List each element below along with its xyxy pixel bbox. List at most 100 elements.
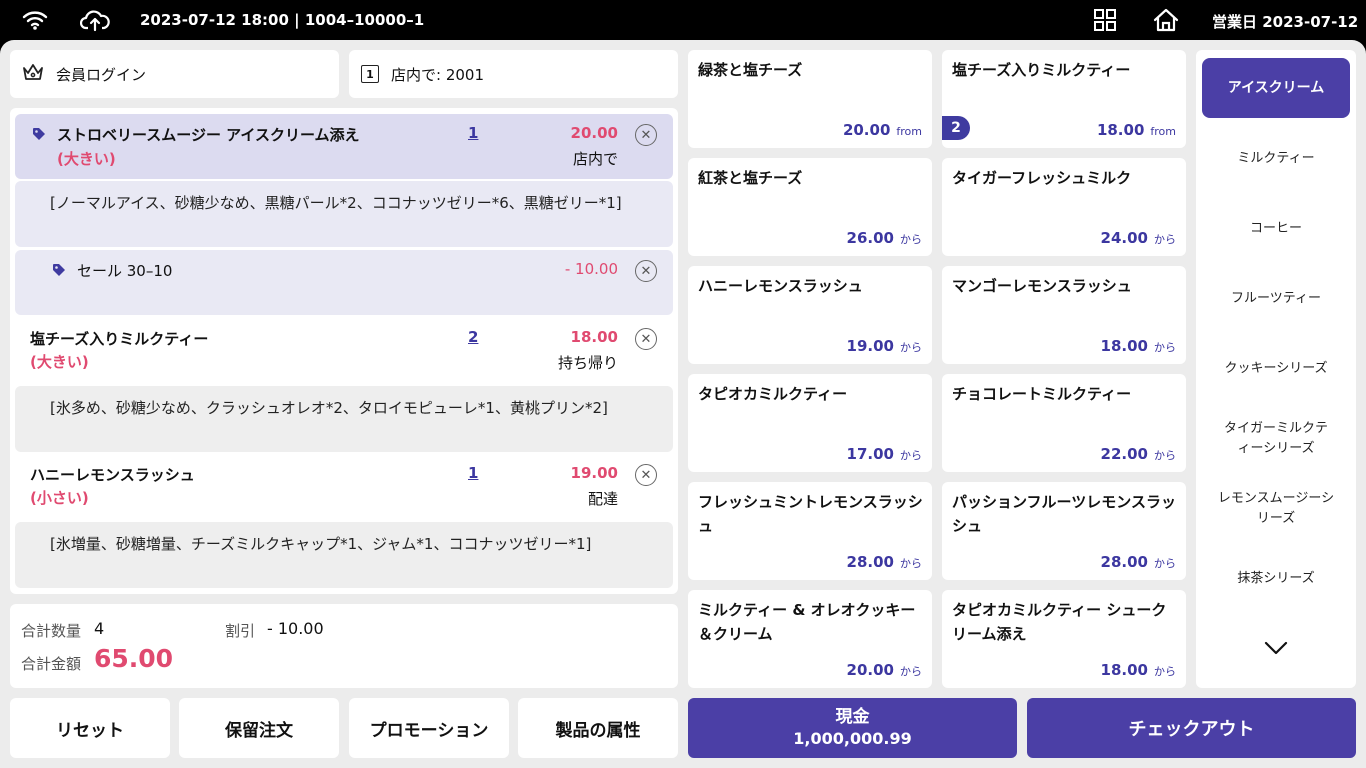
item-size: (小さい) <box>30 489 89 507</box>
category-item[interactable]: レモンスムージーシリーズ <box>1212 489 1340 529</box>
category-item[interactable]: タイガーミルクティーシリーズ <box>1222 419 1330 459</box>
wifi-icon <box>22 9 48 35</box>
home-icon[interactable] <box>1153 8 1179 36</box>
product-name: ハニーレモンスラッシュ <box>698 277 863 295</box>
product-card[interactable]: ミルクティー & オレオクッキー＆クリーム 20.00 から <box>688 590 932 688</box>
total-qty-label: 合計数量 <box>21 622 82 640</box>
item-options-text: [氷増量、砂糖増量、チーズミルクキャップ*1、ジャム*1、ココナッツゼリー*1] <box>50 535 592 553</box>
product-card[interactable]: ハニーレモンスラッシュ 19.00 から <box>688 266 932 364</box>
remove-discount-icon[interactable]: ✕ <box>635 260 657 282</box>
product-card[interactable]: 塩チーズ入りミルクティー 2 18.00 from <box>942 50 1186 148</box>
product-price: 20.00 から <box>846 661 922 679</box>
discount-total-value: - 10.00 <box>267 619 324 638</box>
table-label: 店内で: 2001 <box>391 65 484 84</box>
item-options: [ノーマルアイス、砂糖少なめ、黒糖パール*2、ココナッツゼリー*6、黒糖ゼリー*… <box>15 181 673 247</box>
product-name: 紅茶と塩チーズ <box>698 169 803 187</box>
member-login-label: 会員ログイン <box>56 65 147 84</box>
product-attributes-button[interactable]: 製品の属性 <box>518 698 678 758</box>
discount-label: セール 30–10 <box>77 262 173 280</box>
product-name: タピオカミルクティー シュークリーム添え <box>952 601 1167 643</box>
product-name: タピオカミルクティー <box>698 385 848 403</box>
order-totals: 合計数量 4 割引 - 10.00 合計金額 65.00 <box>10 604 678 688</box>
category-item[interactable]: クッキーシリーズ <box>1202 359 1350 379</box>
total-amount-value: 65.00 <box>94 644 174 673</box>
product-card[interactable]: マンゴーレモンスラッシュ 18.00 から <box>942 266 1186 364</box>
product-name: 塩チーズ入りミルクティー <box>952 61 1131 79</box>
table-selector[interactable]: 1 店内で: 2001 <box>349 50 678 98</box>
order-item[interactable]: 塩チーズ入りミルクティー (大きい) 2 18.00 持ち帰り ✕ <box>15 318 673 384</box>
order-item[interactable]: ハニーレモンスラッシュ (小さい) 1 19.00 配達 ✕ <box>15 454 673 520</box>
cart-count-badge: 2 <box>942 116 970 140</box>
product-card[interactable]: チョコレートミルクティー 22.00 から <box>942 374 1186 472</box>
product-price: 20.00 from <box>842 121 922 139</box>
product-card[interactable]: フレッシュミントレモンスラッシュ 28.00 から <box>688 482 932 580</box>
item-dining-mode: 持ち帰り <box>557 354 618 372</box>
promotion-button[interactable]: プロモーション <box>349 698 509 758</box>
item-qty[interactable]: 2 <box>468 328 478 346</box>
category-item[interactable]: ミルクティー <box>1202 149 1350 169</box>
item-options-text: [ノーマルアイス、砂糖少なめ、黒糖パール*2、ココナッツゼリー*6、黒糖ゼリー*… <box>50 194 622 212</box>
tag-icon <box>52 262 66 281</box>
product-price: 17.00 から <box>846 445 922 463</box>
product-card[interactable]: タイガーフレッシュミルク 24.00 から <box>942 158 1186 256</box>
item-dining-mode: 配達 <box>587 490 618 508</box>
remove-item-icon[interactable]: ✕ <box>635 124 657 146</box>
reset-button[interactable]: リセット <box>10 698 170 758</box>
cash-label: 現金 <box>835 707 870 727</box>
chevron-down-icon[interactable] <box>1264 640 1288 659</box>
product-card[interactable]: タピオカミルクティー シュークリーム添え 18.00 から <box>942 590 1186 688</box>
table-number-icon: 1 <box>361 65 379 83</box>
item-size: (大きい) <box>57 150 116 168</box>
product-card[interactable]: タピオカミルクティー 17.00 から <box>688 374 932 472</box>
tag-icon <box>32 126 46 145</box>
item-discount: セール 30–10 - 10.00 ✕ <box>15 250 673 315</box>
category-sidebar: アイスクリーム ミルクティー コーヒー フルーツティー クッキーシリーズ タイガ… <box>1196 50 1356 688</box>
item-options-text: [氷多め、砂糖少なめ、クラッシュオレオ*2、タロイモピューレ*1、黄桃プリン*2… <box>50 399 608 417</box>
category-item[interactable]: コーヒー <box>1202 219 1350 239</box>
remove-item-icon[interactable]: ✕ <box>635 464 657 486</box>
item-price: 20.00 <box>570 124 618 142</box>
product-price: 26.00 から <box>846 229 922 247</box>
product-price: 18.00 から <box>1100 337 1176 355</box>
item-price: 19.00 <box>570 464 618 482</box>
item-options: [氷多め、砂糖少なめ、クラッシュオレオ*2、タロイモピューレ*1、黄桃プリン*2… <box>15 386 673 452</box>
cash-amount: 1,000,000.99 <box>793 729 912 748</box>
status-bar: 2023-07-12 18:00 | 1004–10000–1 営業日 2023… <box>0 0 1366 40</box>
discount-total-label: 割引 <box>225 622 256 640</box>
main-area: 会員ログイン 1 店内で: 2001 ストロベリースムージー アイスクリーム添え… <box>0 40 1366 768</box>
item-qty[interactable]: 1 <box>468 464 478 482</box>
product-name: チョコレートミルクティー <box>952 385 1132 403</box>
order-list: ストロベリースムージー アイスクリーム添え (大きい) 1 20.00 店内で … <box>10 108 678 594</box>
item-name: ハニーレモンスラッシュ <box>30 466 195 484</box>
product-name: 緑茶と塩チーズ <box>698 61 803 79</box>
hold-order-button[interactable]: 保留注文 <box>179 698 339 758</box>
product-name: フレッシュミントレモンスラッシュ <box>698 493 923 535</box>
order-item[interactable]: ストロベリースムージー アイスクリーム添え (大きい) 1 20.00 店内で … <box>15 114 673 179</box>
datetime-terminal: 2023-07-12 18:00 | 1004–10000–1 <box>140 11 425 29</box>
item-name: 塩チーズ入りミルクティー <box>30 330 209 348</box>
product-price: 22.00 から <box>1100 445 1176 463</box>
remove-item-icon[interactable]: ✕ <box>635 328 657 350</box>
item-price: 18.00 <box>570 328 618 346</box>
product-price: 28.00 から <box>846 553 922 571</box>
checkout-label: チェックアウト <box>1128 719 1255 740</box>
product-name: タイガーフレッシュミルク <box>952 169 1132 187</box>
discount-amount: - 10.00 <box>564 260 618 278</box>
member-login-button[interactable]: 会員ログイン <box>10 50 339 98</box>
item-options: [氷増量、砂糖増量、チーズミルクキャップ*1、ジャム*1、ココナッツゼリー*1] <box>15 522 673 588</box>
cloud-upload-icon[interactable] <box>79 8 110 36</box>
product-card[interactable]: 緑茶と塩チーズ 20.00 from <box>688 50 932 148</box>
checkout-button[interactable]: チェックアウト <box>1027 698 1356 758</box>
grid-icon[interactable] <box>1094 9 1116 35</box>
category-item-active[interactable]: アイスクリーム <box>1202 58 1350 118</box>
product-card[interactable]: パッションフルーツレモンスラッシュ 28.00 から <box>942 482 1186 580</box>
business-day: 営業日 2023-07-12 <box>1212 13 1359 31</box>
product-name: ミルクティー & オレオクッキー＆クリーム <box>698 601 916 643</box>
item-name: ストロベリースムージー アイスクリーム添え <box>57 126 360 144</box>
category-item[interactable]: 抹茶シリーズ <box>1202 569 1350 589</box>
category-item[interactable]: フルーツティー <box>1202 289 1350 309</box>
total-qty-value: 4 <box>94 619 105 638</box>
cash-button[interactable]: 現金 1,000,000.99 <box>688 698 1017 758</box>
item-qty[interactable]: 1 <box>468 124 478 142</box>
product-card[interactable]: 紅茶と塩チーズ 26.00 から <box>688 158 932 256</box>
